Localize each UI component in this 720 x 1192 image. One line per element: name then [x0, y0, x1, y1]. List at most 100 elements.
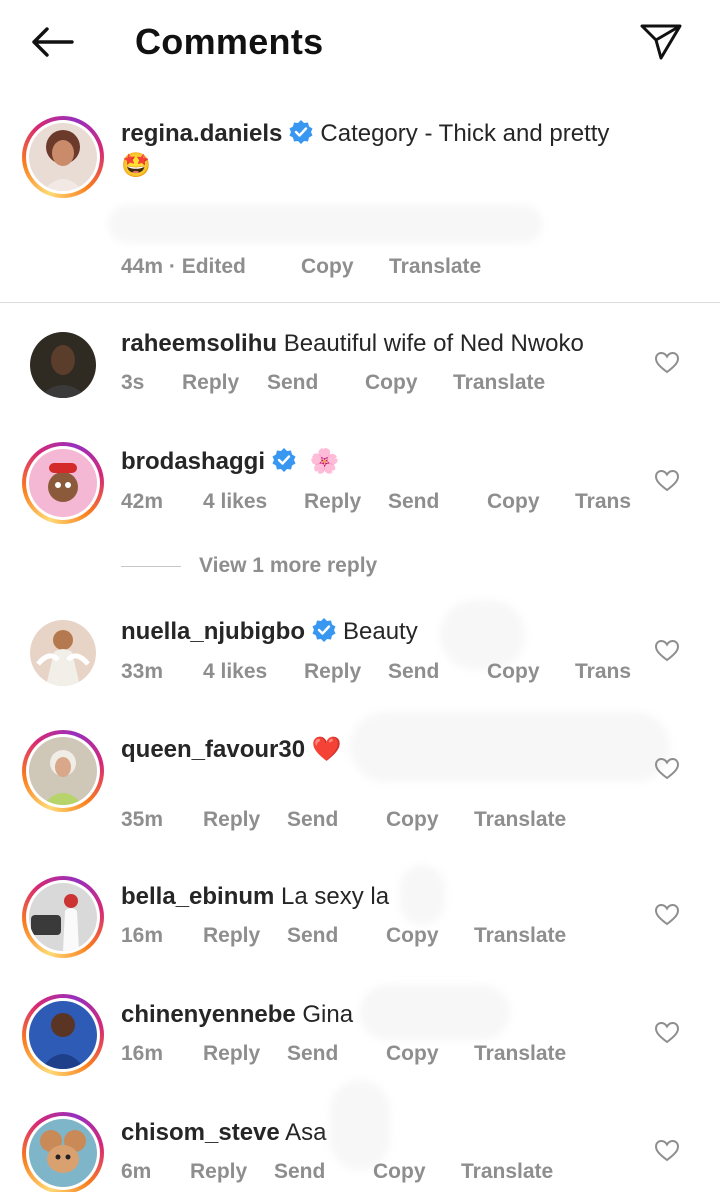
comment-time: 42m: [121, 490, 164, 513]
verified-badge-icon: [312, 618, 336, 642]
comment-username[interactable]: nuella_njubigbo: [121, 618, 305, 645]
send-button[interactable]: Send: [388, 658, 439, 686]
reply-button[interactable]: Reply: [304, 658, 361, 686]
send-button[interactable]: Send: [287, 922, 338, 950]
reply-button[interactable]: Reply: [304, 488, 361, 516]
caption-meta: 44m · Edited Copy Translate: [121, 253, 621, 281]
comment-meta: 3s Reply Send Copy Translate: [121, 369, 681, 397]
comment-text: Asa: [285, 1119, 327, 1146]
like-heart-icon[interactable]: [654, 756, 680, 782]
comment-meta: 33m 4 likes Reply Send Copy Trans: [121, 658, 681, 686]
arrow-left-icon: [32, 27, 74, 57]
comment-time: 35m: [121, 808, 164, 831]
comment-line: chinenyennebe Gina: [121, 999, 353, 1031]
comment-meta: 35m Reply Send Copy Translate: [121, 806, 681, 834]
translate-button[interactable]: Trans: [575, 488, 631, 516]
avatar[interactable]: [22, 442, 104, 524]
comment-meta: 16m Reply Send Copy Translate: [121, 1040, 681, 1068]
comment-username[interactable]: raheemsolihu: [121, 330, 277, 357]
reply-button[interactable]: Reply: [203, 1040, 260, 1068]
avatar[interactable]: [22, 994, 104, 1076]
send-button[interactable]: Send: [388, 488, 439, 516]
copy-button[interactable]: Copy: [386, 922, 439, 950]
blurred-region: [330, 1080, 390, 1170]
top-bar: Comments: [0, 0, 720, 84]
caption-time: 44m · Edited: [121, 255, 246, 278]
comment-username[interactable]: chinenyennebe: [121, 1001, 296, 1028]
comment-text: La sexy la: [281, 883, 390, 910]
avatar[interactable]: [22, 1112, 104, 1192]
avatar[interactable]: [22, 324, 104, 406]
copy-button[interactable]: Copy: [386, 806, 439, 834]
caption-line: regina.daniels Category - Thick and prett…: [121, 118, 609, 150]
comment-text: Beauty: [343, 618, 418, 645]
like-heart-icon[interactable]: [654, 1138, 680, 1164]
verified-badge-icon: [289, 120, 313, 144]
blurred-region: [350, 712, 670, 782]
send-button[interactable]: Send: [267, 369, 318, 397]
send-button[interactable]: Send: [274, 1158, 325, 1186]
translate-button[interactable]: Translate: [389, 253, 481, 281]
reply-button[interactable]: Reply: [203, 922, 260, 950]
like-heart-icon[interactable]: [654, 468, 680, 494]
translate-button[interactable]: Trans: [575, 658, 631, 686]
view-more-replies-label: View 1 more reply: [199, 554, 378, 577]
blurred-region: [360, 985, 510, 1040]
reply-button[interactable]: Reply: [203, 806, 260, 834]
caption-username[interactable]: regina.daniels: [121, 120, 282, 147]
blurred-region: [108, 205, 543, 243]
translate-button[interactable]: Translate: [474, 1040, 566, 1068]
translate-button[interactable]: Translate: [474, 806, 566, 834]
comment-time: 16m: [121, 924, 164, 947]
send-button[interactable]: Send: [287, 806, 338, 834]
like-heart-icon[interactable]: [654, 1020, 680, 1046]
comment-meta: 16m Reply Send Copy Translate: [121, 922, 681, 950]
comment-line: brodashaggi 🌸: [121, 446, 340, 478]
avatar[interactable]: [22, 730, 104, 812]
comment-time: 33m: [121, 660, 164, 683]
comment-line: chisom_steve Asa: [121, 1117, 326, 1149]
comment-line: queen_favour30 ❤️: [121, 734, 342, 766]
blurred-region: [400, 865, 445, 925]
comment-text: 🌸: [309, 448, 340, 475]
comment-username[interactable]: chisom_steve: [121, 1119, 280, 1146]
comment-line: bella_ebinum La sexy la: [121, 881, 389, 913]
comment-line: nuella_njubigbo Beauty: [121, 616, 418, 648]
translate-button[interactable]: Translate: [453, 369, 545, 397]
page-title: Comments: [135, 21, 324, 62]
comment-text: Beautiful wife of Ned Nwoko: [283, 330, 584, 357]
reply-thread-line: [121, 565, 181, 567]
like-heart-icon[interactable]: [654, 638, 680, 664]
comment-text: ❤️: [311, 736, 342, 763]
comment-line: raheemsolihu Beautiful wife of Ned Nwoko: [121, 328, 584, 360]
reply-button[interactable]: Reply: [182, 369, 239, 397]
like-count[interactable]: 4 likes: [203, 658, 267, 686]
translate-button[interactable]: Translate: [474, 922, 566, 950]
comment-time: 16m: [121, 1042, 164, 1065]
back-button[interactable]: [28, 20, 76, 64]
like-heart-icon[interactable]: [654, 902, 680, 928]
like-count[interactable]: 4 likes: [203, 488, 267, 516]
copy-button[interactable]: Copy: [386, 1040, 439, 1068]
copy-button[interactable]: Copy: [301, 253, 354, 281]
comment-username[interactable]: queen_favour30: [121, 736, 305, 763]
comment-meta: 6m Reply Send Copy Translate: [121, 1158, 681, 1186]
copy-button[interactable]: Copy: [487, 488, 540, 516]
avatar[interactable]: [22, 612, 104, 694]
caption-emoji: 🤩: [121, 152, 151, 179]
translate-button[interactable]: Translate: [461, 1158, 553, 1186]
reply-button[interactable]: Reply: [190, 1158, 247, 1186]
comment-username[interactable]: brodashaggi: [121, 448, 265, 475]
copy-button[interactable]: Copy: [365, 369, 418, 397]
like-heart-icon[interactable]: [654, 350, 680, 376]
view-more-replies[interactable]: View 1 more reply: [121, 552, 377, 580]
send-button[interactable]: Send: [287, 1040, 338, 1068]
copy-button[interactable]: Copy: [487, 658, 540, 686]
copy-button[interactable]: Copy: [373, 1158, 426, 1186]
avatar[interactable]: [22, 116, 104, 198]
comment-username[interactable]: bella_ebinum: [121, 883, 274, 910]
comment-text: Gina: [302, 1001, 354, 1028]
divider: [0, 302, 720, 303]
share-button[interactable]: [638, 20, 684, 64]
avatar[interactable]: [22, 876, 104, 958]
